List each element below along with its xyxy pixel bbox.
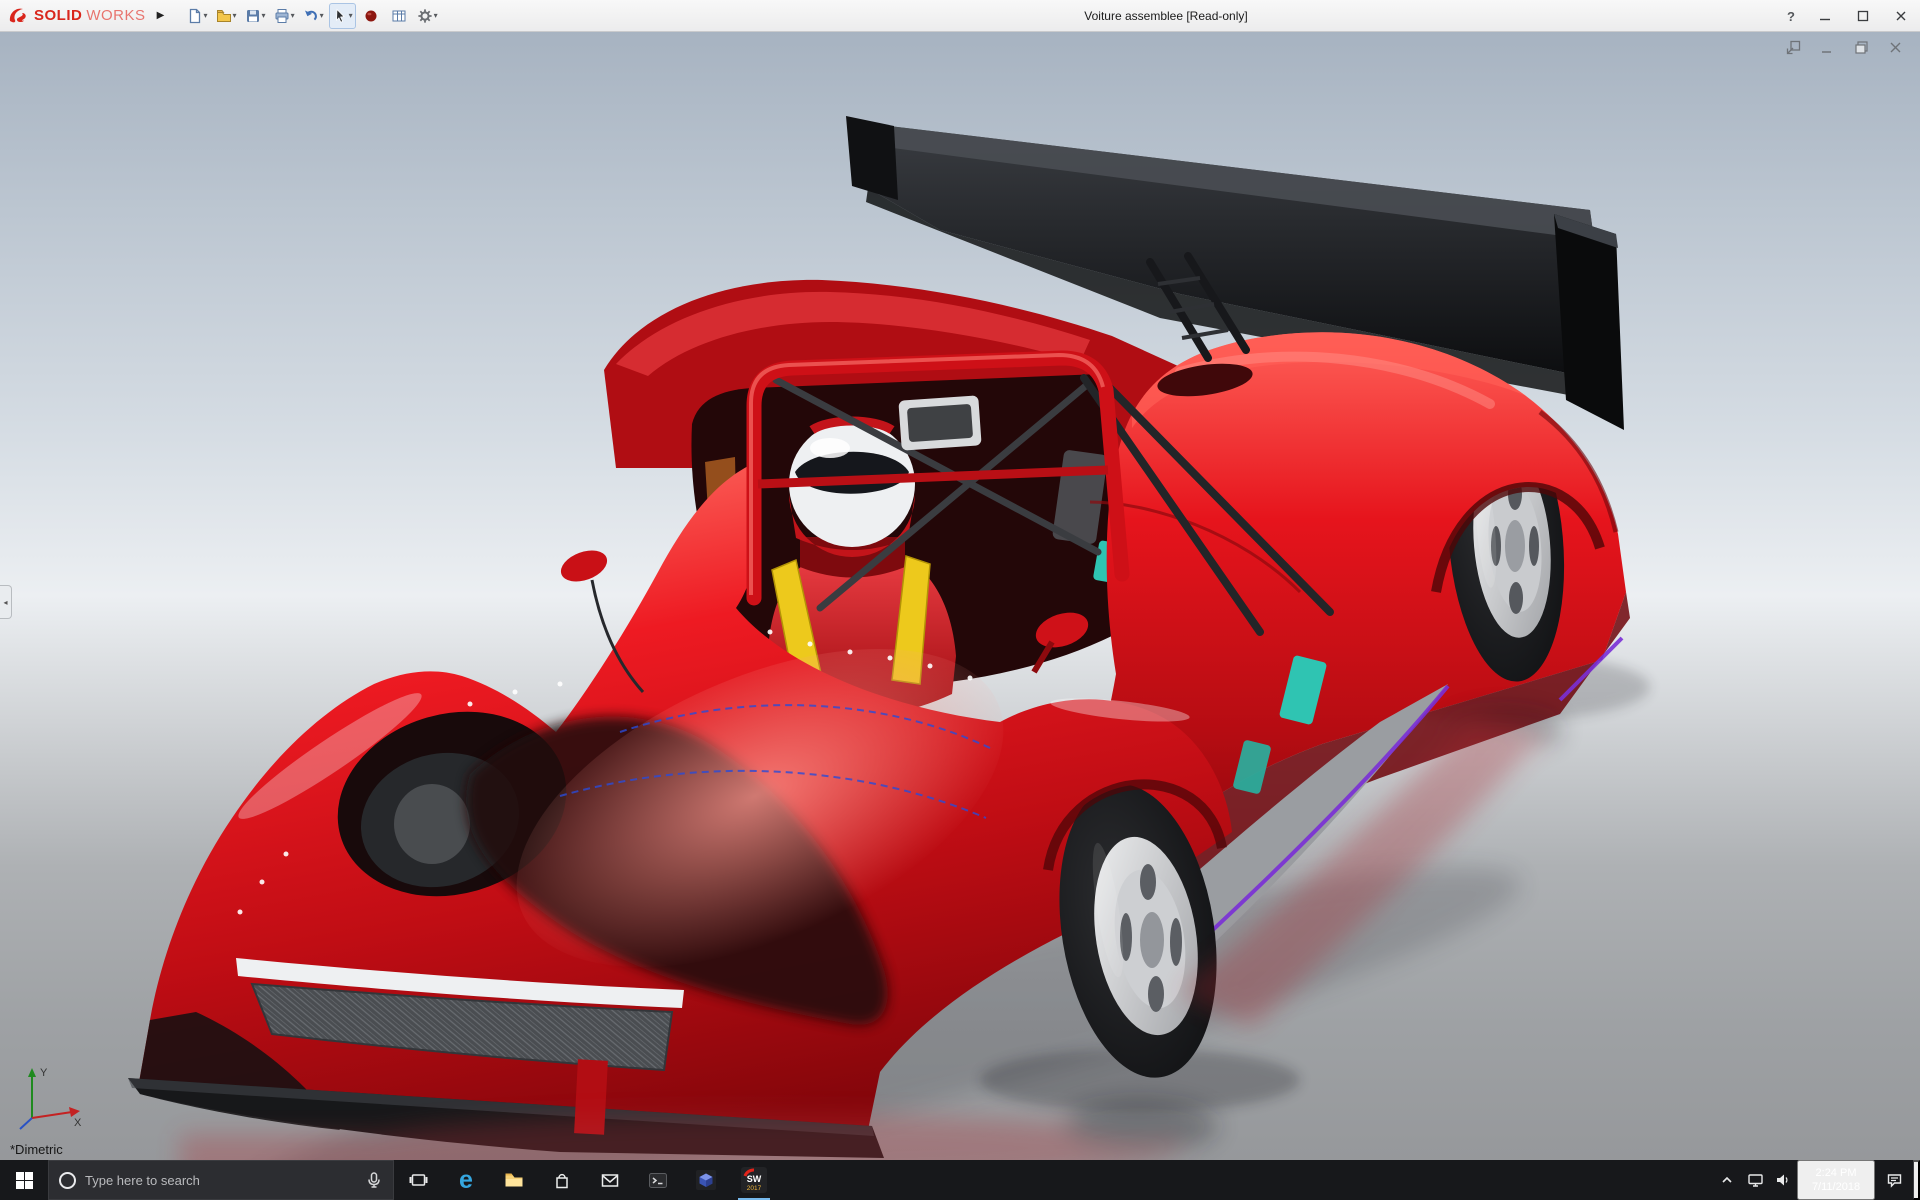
taskbar-app-console[interactable]: [634, 1160, 682, 1200]
taskbar-app-file-explorer[interactable]: [490, 1160, 538, 1200]
brand-solid: SOLID: [34, 7, 82, 24]
quick-toolbar: ▾ ▾ ▾ ▾: [184, 3, 441, 29]
open-icon: [216, 8, 232, 24]
brand-works: WORKS: [86, 7, 145, 24]
minimize-icon: [1819, 10, 1831, 22]
edge-icon: e: [459, 1168, 473, 1193]
record-macro-button[interactable]: [358, 3, 384, 29]
store-icon: [552, 1171, 572, 1190]
open-button[interactable]: ▾: [213, 3, 240, 29]
maximize-button[interactable]: [1844, 1, 1882, 32]
orientation-triad: Y X: [14, 1062, 90, 1134]
dropdown-arrow: ▾: [320, 11, 324, 20]
clock-time: 2:24 PM: [1816, 1166, 1857, 1180]
document-title: Voiture assemblee [Read-only]: [1084, 0, 1247, 32]
taskbar-search[interactable]: [48, 1160, 394, 1200]
dropdown-arrow: ▾: [233, 11, 237, 20]
close-button[interactable]: [1882, 1, 1920, 32]
document-window-controls: [1782, 38, 1906, 56]
mail-icon: [600, 1171, 620, 1189]
action-center-button[interactable]: [1875, 1160, 1913, 1200]
console-icon: [648, 1171, 668, 1190]
search-input[interactable]: [85, 1173, 356, 1188]
cortana-circle-icon: [59, 1172, 76, 1189]
volume-button[interactable]: [1769, 1160, 1797, 1200]
titlebar: SOLIDWORKS ▶ ▾ ▾ ▾: [0, 0, 1920, 32]
save-icon: [245, 8, 261, 24]
print-icon: [274, 8, 290, 24]
graphics-viewport[interactable]: ◂: [0, 32, 1920, 1160]
tray-chevron-icon: [1720, 1173, 1734, 1187]
taskbar-app-store[interactable]: [538, 1160, 586, 1200]
volume-icon: [1775, 1172, 1791, 1188]
doc-minimize-icon: [1820, 40, 1835, 55]
close-icon: [1895, 10, 1907, 22]
triad-y-label: Y: [40, 1067, 48, 1079]
select-button[interactable]: ▾: [329, 3, 356, 29]
help-button[interactable]: ?: [1776, 1, 1806, 32]
network-button[interactable]: [1741, 1160, 1769, 1200]
menu-flyout-arrow[interactable]: ▶: [152, 5, 170, 27]
dropdown-arrow: ▾: [434, 11, 438, 20]
system-tray: 2:24 PM 7/11/2018: [1713, 1160, 1920, 1200]
options-gear-icon: [417, 8, 433, 24]
sw-badge-year: 2017: [747, 1185, 762, 1192]
side-mirror-right: [557, 545, 612, 588]
dropdown-arrow: ▾: [291, 11, 295, 20]
options-button[interactable]: ▾: [414, 3, 441, 29]
dropdown-arrow: ▾: [349, 11, 353, 20]
dropdown-arrow: ▾: [204, 11, 208, 20]
show-desktop-strip[interactable]: [1913, 1160, 1920, 1200]
doc-minimize-button[interactable]: [1816, 38, 1838, 56]
doc-close-icon: [1888, 40, 1903, 55]
wing-endplate-left: [846, 116, 898, 200]
new-document-button[interactable]: ▾: [184, 3, 211, 29]
select-cursor-icon: [332, 8, 348, 24]
sw-badge-label: SW: [747, 1174, 762, 1184]
minimize-button[interactable]: [1806, 1, 1844, 32]
design-table-button[interactable]: [386, 3, 412, 29]
doc-restore-button[interactable]: [1850, 38, 1872, 56]
view-orientation-label: *Dimetric: [10, 1142, 63, 1157]
maximize-icon: [1857, 10, 1869, 22]
clock-date: 7/11/2018: [1812, 1180, 1860, 1194]
undo-icon: [303, 8, 319, 24]
save-button[interactable]: ▾: [242, 3, 269, 29]
cube-3d-icon: [696, 1170, 716, 1190]
start-button[interactable]: [0, 1160, 48, 1200]
titlebar-controls: ?: [1776, 0, 1920, 32]
model-render-race-car[interactable]: [0, 32, 1920, 1160]
taskbar-app-3d-viewer[interactable]: [682, 1160, 730, 1200]
undo-button[interactable]: ▾: [300, 3, 327, 29]
far-wheel-rim-hint: [394, 784, 470, 864]
ds-solidworks-logo: SOLIDWORKS: [8, 6, 146, 26]
taskbar-app-edge[interactable]: e: [442, 1160, 490, 1200]
new-document-icon: [187, 8, 203, 24]
record-macro-icon: [363, 8, 379, 24]
solidworks-icon: SW 2017: [741, 1167, 767, 1193]
start-icon: [16, 1172, 33, 1189]
action-center-icon: [1886, 1172, 1903, 1188]
dropdown-arrow: ▾: [262, 11, 266, 20]
popout-icon: [1786, 40, 1801, 55]
task-view-icon: [409, 1171, 428, 1189]
network-icon: [1747, 1172, 1764, 1188]
taskbar-app-mail[interactable]: [586, 1160, 634, 1200]
taskbar-clock[interactable]: 2:24 PM 7/11/2018: [1797, 1160, 1875, 1200]
doc-restore-icon: [1854, 40, 1869, 55]
tray-chevron-button[interactable]: [1713, 1160, 1741, 1200]
doc-close-button[interactable]: [1884, 38, 1906, 56]
taskbar-app-task-view[interactable]: [394, 1160, 442, 1200]
microphone-icon[interactable]: [365, 1171, 383, 1189]
solidworks-window: SOLIDWORKS ▶ ▾ ▾ ▾: [0, 0, 1920, 1200]
popout-button[interactable]: [1782, 38, 1804, 56]
taskbar-app-solidworks[interactable]: SW 2017: [730, 1160, 778, 1200]
windows-taskbar: e: [0, 1160, 1920, 1200]
ds-logo: [8, 6, 30, 26]
print-button[interactable]: ▾: [271, 3, 298, 29]
design-table-icon: [391, 8, 407, 24]
triad-x-label: X: [74, 1117, 82, 1129]
file-explorer-icon: [504, 1171, 524, 1189]
